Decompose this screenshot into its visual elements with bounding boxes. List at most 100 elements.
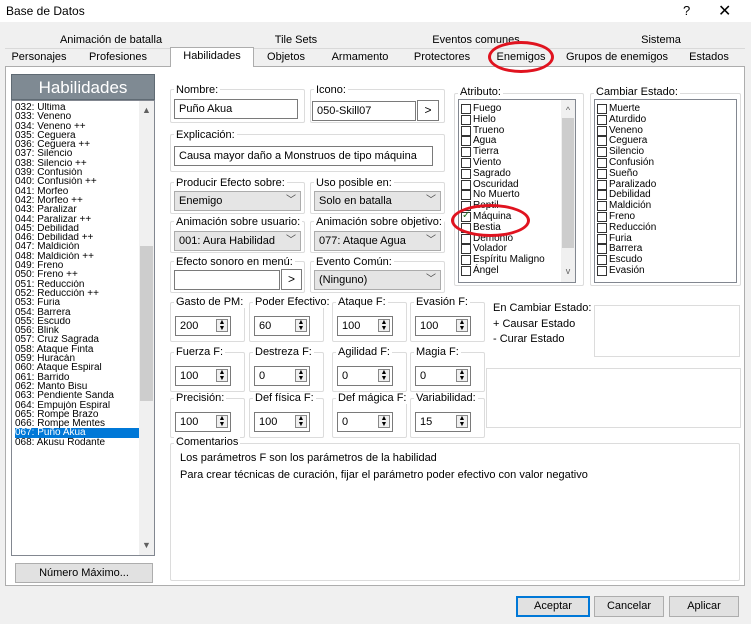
tab-personajes[interactable]: Personajes (8, 50, 70, 65)
atributo-checkbox[interactable]: Espíritu Maligno (461, 255, 545, 266)
scroll-up-icon[interactable]: ^ (561, 103, 575, 118)
checkbox-icon[interactable] (461, 136, 471, 147)
list-item[interactable]: 051: Reducción (15, 280, 140, 289)
stat-spinner[interactable]: 100 ▲ ▼ (415, 316, 471, 336)
stat-spinner[interactable]: 0 ▲ ▼ (254, 366, 310, 386)
stat-spinner[interactable]: 100 ▲ ▼ (254, 412, 310, 432)
estado-checkbox[interactable]: Barrera (597, 244, 642, 255)
list-item[interactable]: 060: Ataque Espiral (15, 363, 140, 372)
checkbox-icon[interactable] (597, 222, 607, 233)
estado-checkbox[interactable]: Debilidad (597, 190, 651, 201)
spinner-arrows-icon[interactable]: ▲ ▼ (378, 319, 390, 332)
checkbox-icon[interactable] (461, 125, 471, 136)
checkbox-icon[interactable] (597, 168, 607, 179)
spinner-arrows-icon[interactable]: ▲ ▼ (378, 415, 390, 428)
sonido-input[interactable] (174, 270, 280, 290)
list-item[interactable]: 049: Freno (15, 261, 140, 270)
estado-checkbox[interactable]: Veneno (597, 125, 643, 136)
scroll-up-icon[interactable]: ▲ (139, 103, 154, 118)
list-item[interactable]: 063: Pendiente Sanda (15, 391, 140, 400)
checkbox-icon[interactable] (597, 255, 607, 266)
checkbox-icon[interactable] (597, 114, 607, 125)
list-item[interactable]: 053: Furia (15, 298, 140, 307)
checkbox-icon[interactable] (461, 255, 471, 266)
atributo-checkbox[interactable]: Trueno (461, 125, 504, 136)
skill-list[interactable]: 032: Última 033: Veneno 034: Veneno ++ 035:… (11, 100, 155, 556)
tab-profesiones[interactable]: Profesiones (72, 50, 164, 65)
list-item[interactable]: 066: Rompe Mentes (15, 419, 140, 428)
list-item[interactable]: 052: Reducción ++ (15, 289, 140, 298)
list-item[interactable]: 042: Morfeo ++ (15, 196, 140, 205)
atributo-checkbox[interactable]: Hielo (461, 114, 496, 125)
stat-spinner[interactable]: 100 ▲ ▼ (337, 316, 393, 336)
checkbox-icon[interactable] (461, 158, 471, 168)
checkbox-icon[interactable] (597, 158, 607, 168)
checkbox-icon[interactable] (597, 147, 607, 158)
list-item[interactable]: 045: Debilidad (15, 224, 140, 233)
tab-habilidades[interactable]: Habilidades (170, 47, 254, 67)
checkbox-icon[interactable] (461, 114, 471, 125)
list-item[interactable]: 064: Empujón Espiral (15, 401, 140, 410)
tab-sistema[interactable]: Sistema (576, 33, 746, 48)
list-item[interactable]: 046: Debilidad ++ (15, 233, 140, 242)
tab-armamento[interactable]: Armamento (322, 50, 398, 65)
estado-checkbox[interactable]: Paralizado (597, 179, 656, 190)
checkbox-icon[interactable] (597, 201, 607, 212)
list-item[interactable]: 034: Veneno ++ (15, 122, 140, 131)
checkbox-icon[interactable] (597, 125, 607, 136)
list-item[interactable]: 054: Barrera (15, 308, 140, 317)
estado-checkbox[interactable]: Freno (597, 212, 635, 222)
atributo-checkbox[interactable]: Fuego (461, 104, 501, 114)
list-item[interactable]: 062: Manto Bisu (15, 382, 140, 391)
stat-spinner[interactable]: 0 ▲ ▼ (337, 366, 393, 386)
atributo-scrollbar[interactable]: ^ v (561, 100, 575, 282)
checkbox-icon[interactable] (461, 190, 471, 201)
list-item[interactable]: 065: Rompe Brazo (15, 410, 140, 419)
spinner-arrows-icon[interactable]: ▲ ▼ (456, 369, 468, 382)
checkbox-icon[interactable] (597, 212, 607, 222)
list-item[interactable]: 061: Barrido (15, 373, 140, 382)
checkbox-icon[interactable] (597, 136, 607, 147)
tab-estados[interactable]: Estados (678, 50, 740, 65)
spinner-arrows-icon[interactable]: ▲ ▼ (456, 319, 468, 332)
estado-checkbox[interactable]: Ceguera (597, 136, 647, 147)
stat-spinner[interactable]: 0 ▲ ▼ (337, 412, 393, 432)
icono-picker-button[interactable]: > (417, 100, 439, 121)
scroll-thumb[interactable] (562, 118, 574, 248)
estado-checkbox[interactable]: Reducción (597, 222, 656, 233)
list-item[interactable]: 035: Ceguera (15, 131, 140, 140)
list-item[interactable]: 048: Maldición ++ (15, 252, 140, 261)
list-item[interactable]: 068: Akusu Rodante (15, 438, 140, 447)
tab-protectores[interactable]: Protectores (402, 50, 482, 65)
list-item[interactable]: 040: Confusión ++ (15, 177, 140, 186)
list-item[interactable]: 047: Maldición (15, 242, 140, 251)
list-item[interactable]: 036: Ceguera ++ (15, 140, 140, 149)
checkbox-icon[interactable] (597, 190, 607, 201)
anim-user-select[interactable]: 001: Aura Habilidad ﹀ (174, 231, 301, 251)
tab-animacion[interactable]: Animación de batalla (6, 33, 216, 48)
stat-spinner[interactable]: 100 ▲ ▼ (175, 412, 231, 432)
estado-checkbox[interactable]: Maldición (597, 201, 651, 212)
list-item[interactable]: 059: Huracán (15, 354, 140, 363)
checkbox-icon[interactable] (461, 244, 471, 255)
cancel-button[interactable]: Cancelar (594, 596, 664, 617)
list-item[interactable]: 033: Veneno (15, 112, 140, 121)
estado-checkbox[interactable]: Escudo (597, 255, 642, 266)
estado-checkbox[interactable]: Sueño (597, 168, 638, 179)
estado-checkbox[interactable]: Silencio (597, 147, 644, 158)
stat-spinner[interactable]: 200 ▲ ▼ (175, 316, 231, 336)
uso-select[interactable]: Solo en batalla ﹀ (314, 191, 441, 211)
tab-grupos-enemigos[interactable]: Grupos de enemigos (562, 50, 672, 65)
list-item[interactable]: 050: Freno ++ (15, 270, 140, 279)
anim-target-select[interactable]: 077: Ataque Agua ﹀ (314, 231, 441, 251)
list-item[interactable]: 057: Cruz Sagrada (15, 335, 140, 344)
stat-spinner[interactable]: 0 ▲ ▼ (415, 366, 471, 386)
atributo-checkbox[interactable]: Oscuridad (461, 179, 519, 190)
sonido-picker-button[interactable]: > (281, 269, 302, 290)
estado-checkbox[interactable]: Evasión (597, 266, 645, 276)
checkbox-icon[interactable] (461, 233, 471, 244)
list-item[interactable]: 055: Escudo (15, 317, 140, 326)
atributo-checkbox[interactable]: No Muerto (461, 190, 520, 201)
icono-input[interactable]: 050-Skill07 (312, 101, 416, 121)
spinner-arrows-icon[interactable]: ▲ ▼ (216, 369, 228, 382)
